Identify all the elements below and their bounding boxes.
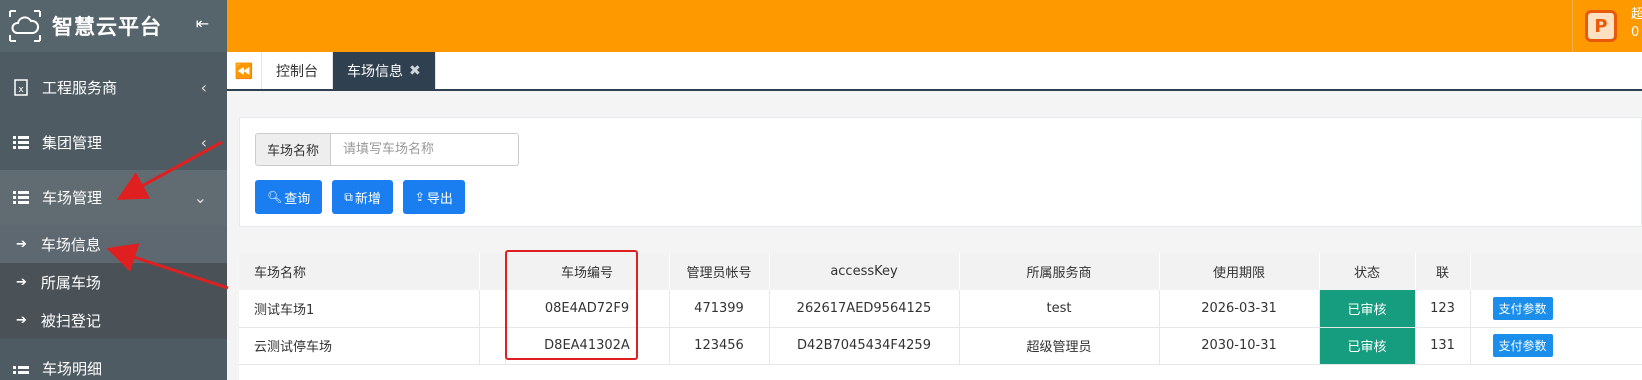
annotation-arrows (106, 140, 229, 290)
annotation-arrow (116, 140, 223, 200)
annotation-arrow (106, 243, 229, 290)
